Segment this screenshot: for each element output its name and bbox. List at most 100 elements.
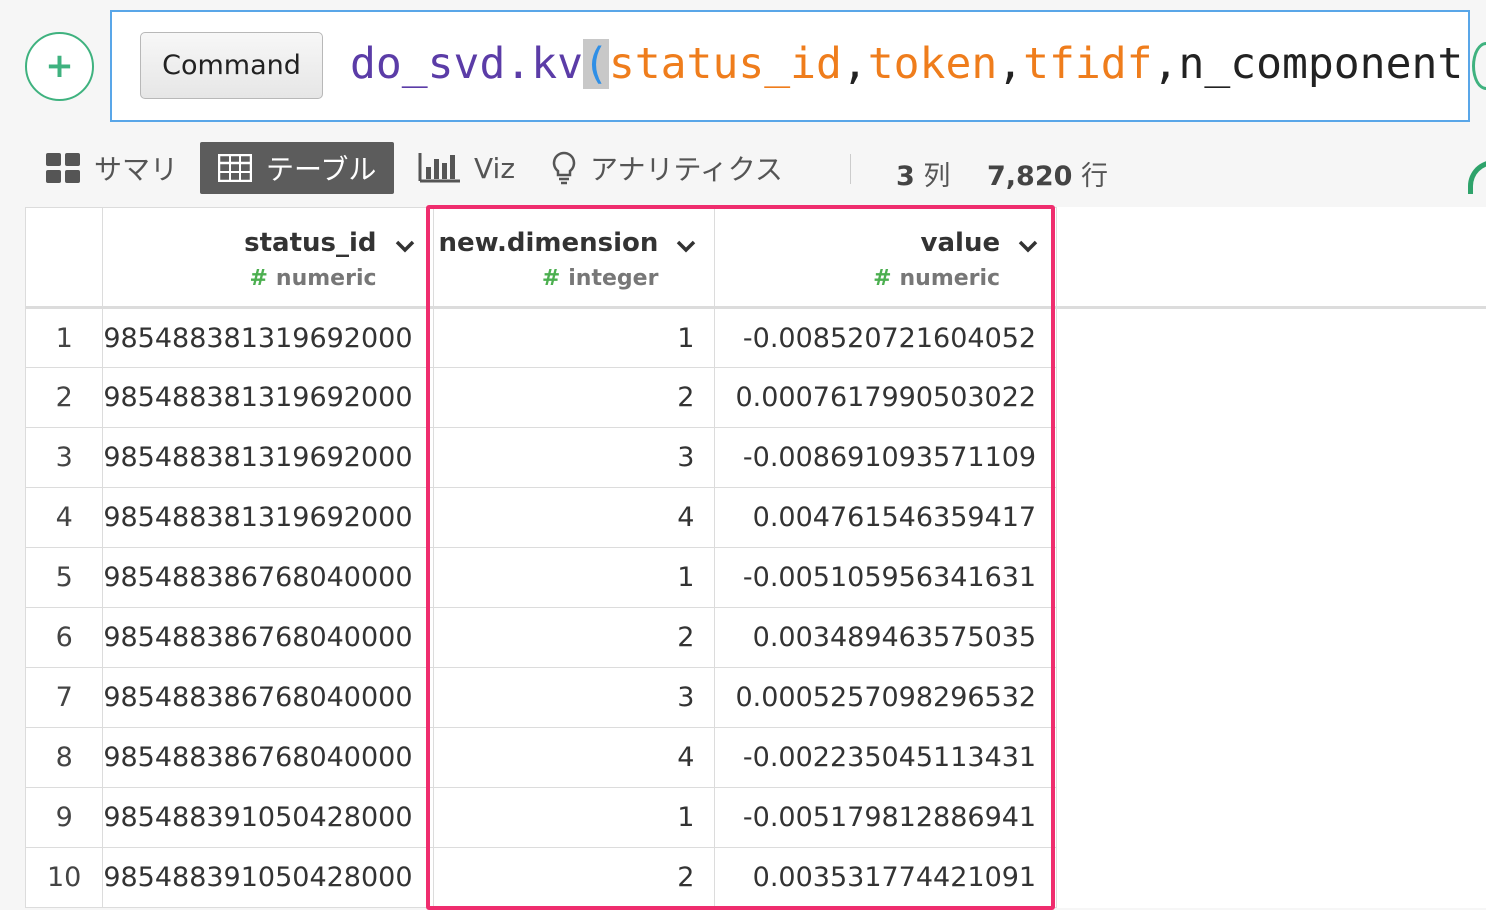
code-comma: , (841, 39, 868, 89)
row-number-cell: 5 (25, 547, 104, 608)
empty-area (1057, 608, 1486, 668)
code-arg-partial: n_component (1178, 39, 1464, 89)
column-name: status_id (244, 228, 377, 258)
table-row[interactable]: 9 985488391050428000 1 -0.005179812886941 (25, 787, 1486, 848)
column-type-label: numeric (275, 266, 377, 291)
row-number-cell: 3 (25, 427, 104, 488)
table-header-row: status_id # numeric new.dimension # intege… (25, 207, 1486, 308)
code-comma: , (997, 39, 1024, 89)
row-number-cell: 10 (25, 847, 104, 908)
row-number-cell: 9 (25, 787, 104, 848)
new-dimension-cell: 4 (432, 487, 716, 548)
row-number-cell: 1 (25, 307, 104, 368)
row-number-header (25, 207, 104, 308)
status-id-cell: 985488381319692000 (102, 427, 434, 488)
hash-icon: # (541, 266, 561, 291)
bar-chart-icon (418, 153, 460, 183)
table-row[interactable]: 5 985488386768040000 1 -0.005105956341631 (25, 547, 1486, 608)
column-type: # integer (542, 266, 659, 291)
tab-label: Viz (474, 151, 516, 185)
new-dimension-cell: 2 (432, 607, 716, 668)
table-row[interactable]: 10 985488391050428000 2 0.003531774421091 (25, 847, 1486, 908)
plus-icon: + (45, 45, 74, 86)
empty-area (1057, 728, 1486, 788)
row-number-cell: 2 (25, 367, 104, 428)
tab-viz[interactable]: Viz (418, 142, 515, 194)
table-row[interactable]: 3 985488381319692000 3 -0.008691093571109 (25, 427, 1486, 488)
new-dimension-cell: 1 (432, 787, 716, 848)
value-cell: 0.0007617990503022 (714, 367, 1058, 428)
column-type-label: numeric (899, 266, 1001, 291)
command-code[interactable]: do_svd.kv(status_id,token,tfidf,n_compon… (350, 36, 1463, 92)
table-icon (218, 154, 252, 182)
empty-area (1057, 488, 1486, 548)
row-count: 7,820 行 (987, 154, 1108, 193)
column-name: new.dimension (438, 228, 659, 258)
status-id-cell: 985488381319692000 (102, 307, 434, 368)
status-id-cell: 985488391050428000 (102, 787, 434, 848)
add-step-button[interactable]: + (25, 32, 94, 101)
new-dimension-cell: 2 (432, 847, 716, 908)
column-header-value[interactable]: value # numeric (714, 207, 1058, 308)
status-id-cell: 985488386768040000 (102, 727, 434, 788)
hash-icon: # (249, 266, 268, 291)
value-cell: -0.005179812886941 (714, 787, 1058, 848)
value-cell: -0.008691093571109 (714, 427, 1058, 488)
row-count-value: 7,820 (987, 161, 1073, 192)
empty-area (1057, 548, 1486, 608)
tab-analytics[interactable]: アナリティクス (552, 142, 783, 194)
value-cell: 0.003531774421091 (714, 847, 1058, 908)
new-dimension-cell: 3 (432, 667, 716, 728)
row-number-cell: 4 (25, 487, 104, 548)
row-count-unit: 行 (1081, 161, 1108, 192)
column-header-new-dimension[interactable]: new.dimension # integer (432, 207, 716, 308)
run-icon-partial[interactable] (1472, 42, 1486, 90)
empty-area (1057, 668, 1486, 728)
status-id-cell: 985488386768040000 (102, 667, 434, 728)
table-row[interactable]: 4 985488381319692000 4 0.004761546359417 (25, 487, 1486, 548)
table-row[interactable]: 1 985488381319692000 1 -0.008520721604052 (25, 307, 1486, 368)
column-count: 3 列 (896, 154, 950, 193)
tab-table[interactable]: テーブル (200, 142, 395, 194)
value-cell: -0.008520721604052 (714, 307, 1058, 368)
tab-label: サマリ (94, 153, 179, 186)
table-row[interactable]: 2 985488381319692000 2 0.0007617990503022 (25, 367, 1486, 428)
new-dimension-cell: 1 (432, 547, 716, 608)
table-row[interactable]: 8 985488386768040000 4 -0.002235045113431 (25, 727, 1486, 788)
table-row[interactable]: 6 985488386768040000 2 0.003489463575035 (25, 607, 1486, 668)
row-number-cell: 6 (25, 607, 104, 668)
empty-area (1057, 788, 1486, 848)
command-type-button[interactable]: Command (140, 32, 323, 99)
grid-icon (46, 153, 80, 183)
new-dimension-cell: 2 (432, 367, 716, 428)
table-row[interactable]: 7 985488386768040000 3 0.0005257098296532 (25, 667, 1486, 728)
code-arg: status_id (608, 39, 842, 89)
chevron-down-icon[interactable] (1016, 234, 1040, 258)
value-cell: -0.002235045113431 (714, 727, 1058, 788)
status-id-cell: 985488386768040000 (102, 607, 434, 668)
row-number-cell: 8 (25, 727, 104, 788)
chevron-down-icon[interactable] (674, 234, 698, 258)
row-number-cell: 7 (25, 667, 104, 728)
tab-summary[interactable]: サマリ (46, 142, 178, 194)
value-cell: 0.003489463575035 (714, 607, 1058, 668)
column-type: # numeric (873, 266, 1000, 291)
command-input[interactable]: Command do_svd.kv(status_id,token,tfidf,… (110, 10, 1470, 122)
empty-area (1057, 428, 1486, 488)
code-paren: ( (583, 39, 609, 89)
table-body: 1 985488381319692000 1 -0.008520721604052 2 9… (25, 307, 1486, 908)
lightbulb-icon (552, 151, 576, 185)
chevron-down-icon[interactable] (393, 234, 417, 258)
column-name: value (920, 228, 1001, 258)
new-dimension-cell: 1 (432, 307, 716, 368)
refresh-icon-partial[interactable] (1468, 160, 1486, 194)
value-cell: -0.005105956341631 (714, 547, 1058, 608)
value-cell: 0.004761546359417 (714, 487, 1058, 548)
code-function: do_svd.kv (350, 39, 583, 89)
empty-area (1057, 308, 1486, 368)
code-arg: tfidf (1023, 39, 1153, 89)
column-header-status-id[interactable]: status_id # numeric (102, 207, 434, 308)
new-dimension-cell: 4 (432, 727, 716, 788)
tab-label: アナリティクス (590, 153, 783, 186)
empty-area (1057, 848, 1486, 908)
